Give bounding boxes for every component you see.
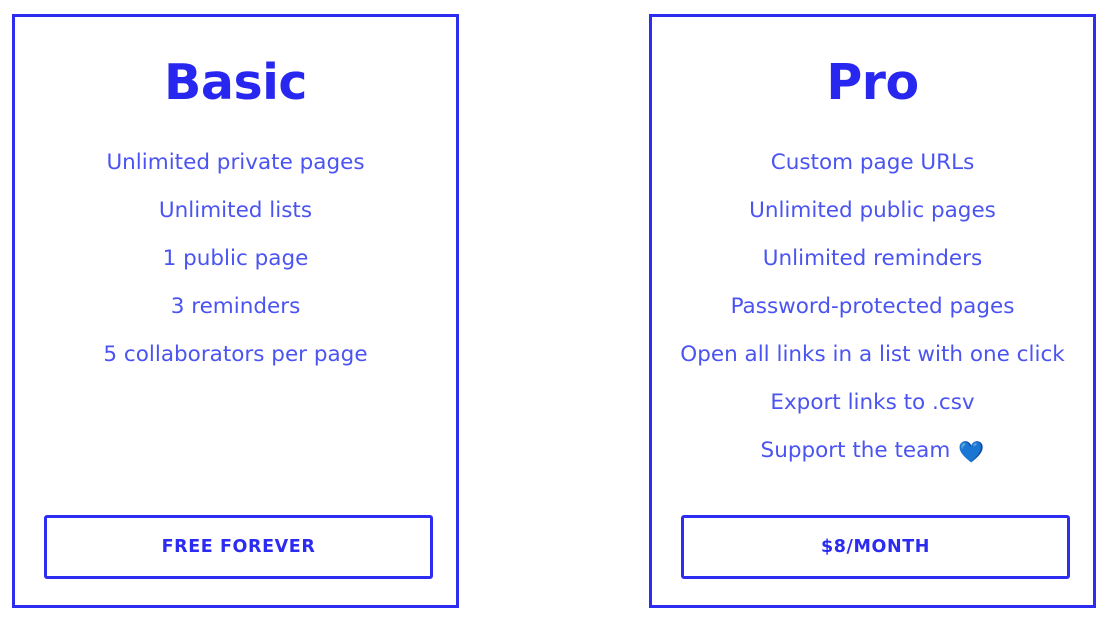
feature-text: Unlimited private pages [106, 150, 365, 175]
feature-text: 1 public page [162, 246, 309, 271]
feature-item: Custom page URLs [771, 139, 975, 187]
feature-item: Unlimited private pages [106, 139, 364, 187]
feature-text: 3 reminders [170, 294, 301, 319]
feature-item: 5 collaborators per page [103, 331, 367, 379]
feature-text: Support the team [760, 438, 951, 463]
feature-list-pro: Custom page URLs Unlimited public pages … [652, 107, 1093, 475]
blue-heart-icon: 💙 [958, 439, 985, 464]
feature-item: Password-protected pages [731, 283, 1015, 331]
feature-item: 1 public page [163, 235, 309, 283]
cta-button-basic[interactable]: FREE FOREVER [44, 515, 433, 579]
feature-item: 3 reminders [171, 283, 301, 331]
feature-item: Export links to .csv [770, 379, 974, 427]
pricing-card-pro: Pro Custom page URLs Unlimited public pa… [649, 14, 1096, 608]
feature-item: Unlimited reminders [763, 235, 982, 283]
feature-item: Unlimited public pages [749, 187, 996, 235]
cta-button-pro[interactable]: $8/MONTH [681, 515, 1070, 579]
feature-text: Unlimited lists [158, 198, 313, 223]
feature-text: Password-protected pages [730, 294, 1015, 319]
feature-list-basic: Unlimited private pages Unlimited lists … [15, 107, 456, 379]
feature-text: Export links to .csv [770, 390, 975, 415]
pricing-plans-container: Basic Unlimited private pages Unlimited … [0, 0, 1108, 623]
feature-item: Unlimited lists [159, 187, 312, 235]
plan-title-basic: Basic [164, 54, 307, 111]
feature-text: 5 collaborators per page [103, 342, 368, 367]
cta-button-label: FREE FOREVER [161, 537, 316, 557]
cta-button-label: $8/MONTH [820, 537, 931, 557]
feature-item: Support the team 💙 [761, 427, 985, 475]
feature-item: Open all links in a list with one click [680, 331, 1064, 379]
pricing-card-basic: Basic Unlimited private pages Unlimited … [12, 14, 459, 608]
plan-title-pro: Pro [826, 54, 919, 111]
feature-text: Open all links in a list with one click [680, 342, 1065, 367]
feature-text: Unlimited reminders [762, 246, 983, 271]
feature-text: Unlimited public pages [749, 198, 996, 223]
feature-text: Custom page URLs [770, 150, 975, 175]
